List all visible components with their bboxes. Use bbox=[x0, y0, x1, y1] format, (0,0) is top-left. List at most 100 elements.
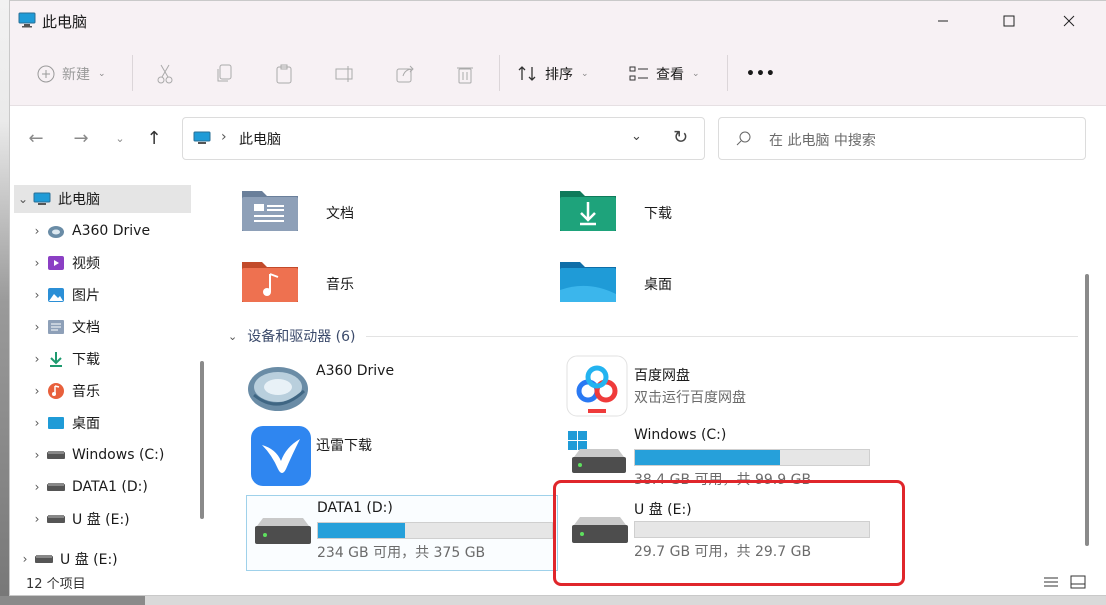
folder-label: 音乐 bbox=[326, 277, 354, 293]
device-name: Windows (C:) bbox=[634, 427, 727, 443]
baidu-netdisk-icon bbox=[566, 355, 628, 417]
close-button[interactable] bbox=[1046, 1, 1092, 41]
device-drive-d[interactable]: DATA1 (D:) 234 GB 可用，共 375 GB bbox=[246, 495, 558, 571]
chevron-right-icon: › bbox=[34, 512, 40, 526]
recent-locations-button[interactable]: ⌄ bbox=[108, 125, 132, 151]
drive-icon bbox=[46, 446, 66, 464]
sidebar-item-usb-e[interactable]: › U 盘 (E:) bbox=[16, 545, 118, 573]
close-icon bbox=[1063, 15, 1075, 27]
folder-desktop[interactable]: 桌面 bbox=[558, 254, 858, 316]
tiles-view-icon bbox=[1070, 575, 1086, 589]
drive-icon bbox=[46, 510, 66, 528]
cut-button[interactable] bbox=[155, 61, 175, 87]
drive-icon bbox=[46, 478, 66, 496]
sidebar-item-label: 视频 bbox=[72, 256, 100, 272]
folder-label: 文档 bbox=[326, 206, 354, 222]
status-item-count: 12 个项目 bbox=[26, 577, 86, 592]
divider bbox=[499, 55, 500, 91]
sidebar-scrollbar[interactable] bbox=[200, 361, 204, 519]
more-icon: ••• bbox=[746, 66, 776, 82]
divider bbox=[132, 55, 133, 91]
sidebar-item-drive-e[interactable]: › U 盘 (E:) bbox=[28, 505, 130, 533]
video-folder-icon bbox=[46, 254, 66, 272]
back-button[interactable]: ← bbox=[24, 125, 48, 151]
computer-icon bbox=[32, 190, 52, 208]
sidebar-item-label: 图片 bbox=[72, 288, 100, 304]
device-baidu-netdisk[interactable]: 百度网盘 双击运行百度网盘 bbox=[564, 353, 876, 429]
sidebar-item-a360[interactable]: › A360 Drive bbox=[28, 217, 150, 245]
details-view-button[interactable] bbox=[1042, 573, 1060, 591]
folder-documents[interactable]: 文档 bbox=[240, 183, 540, 245]
device-a360[interactable]: A360 Drive bbox=[246, 353, 558, 429]
chevron-right-icon: › bbox=[34, 384, 40, 398]
documents-folder-icon bbox=[46, 318, 66, 336]
sidebar-item-downloads[interactable]: › 下载 bbox=[28, 345, 100, 373]
devices-section-header[interactable]: ⌄ 设备和驱动器 (6) bbox=[228, 326, 1078, 346]
device-name: DATA1 (D:) bbox=[317, 500, 393, 516]
view-label: 查看 bbox=[656, 67, 684, 83]
a360-icon bbox=[46, 222, 66, 240]
chevron-down-icon: ⌄ bbox=[581, 69, 589, 79]
maximize-button[interactable] bbox=[986, 1, 1032, 41]
chevron-right-icon: › bbox=[34, 256, 40, 270]
sidebar-item-drive-d[interactable]: › DATA1 (D:) bbox=[28, 473, 148, 501]
sidebar-item-drive-c[interactable]: › Windows (C:) bbox=[28, 441, 165, 469]
chevron-right-icon: › bbox=[34, 288, 40, 302]
rename-button[interactable] bbox=[334, 61, 356, 87]
music-icon bbox=[46, 382, 66, 400]
content-scrollbar[interactable] bbox=[1085, 274, 1089, 546]
sidebar-item-documents[interactable]: › 文档 bbox=[28, 313, 100, 341]
desktop-folder-icon bbox=[560, 262, 616, 302]
windows-drive-icon bbox=[568, 431, 626, 473]
chevron-down-icon: ⌄ bbox=[692, 69, 700, 79]
sidebar-item-label: 音乐 bbox=[72, 384, 100, 400]
folder-music[interactable]: 音乐 bbox=[240, 254, 540, 316]
arrow-right-icon: → bbox=[73, 127, 89, 149]
chevron-right-icon: › bbox=[34, 416, 40, 430]
rename-icon bbox=[335, 66, 353, 82]
sort-button[interactable]: 排序 ⌄ bbox=[517, 61, 589, 87]
sidebar-item-desktop[interactable]: › 桌面 bbox=[28, 409, 100, 437]
address-bar[interactable]: › 此电脑 ⌄ ↻ bbox=[182, 117, 705, 160]
chevron-right-icon: › bbox=[34, 224, 40, 238]
new-button[interactable]: 新建 ⌄ bbox=[36, 61, 106, 87]
sidebar-item-music[interactable]: › 音乐 bbox=[28, 377, 100, 405]
details-view-icon bbox=[1044, 577, 1058, 587]
up-button[interactable]: ↑ bbox=[142, 125, 166, 151]
sidebar-item-label: 此电脑 bbox=[58, 192, 100, 208]
sidebar-item-label: 文档 bbox=[72, 320, 100, 336]
device-name: A360 Drive bbox=[316, 363, 395, 379]
search-icon bbox=[736, 131, 751, 146]
drive-usage-bar bbox=[317, 522, 553, 539]
device-name: 百度网盘 bbox=[634, 368, 690, 384]
plus-circle-icon bbox=[37, 65, 55, 83]
paste-button[interactable] bbox=[274, 61, 294, 87]
copy-button[interactable] bbox=[215, 61, 235, 87]
window-title: 此电脑 bbox=[42, 13, 88, 31]
search-box[interactable]: 在 此电脑 中搜索 bbox=[718, 117, 1086, 160]
view-list-icon bbox=[629, 66, 648, 81]
chevron-right-icon: › bbox=[34, 352, 40, 366]
chevron-down-icon: ⌄ bbox=[115, 131, 125, 145]
address-dropdown-button[interactable]: ⌄ bbox=[631, 129, 642, 144]
forward-button[interactable]: → bbox=[69, 125, 93, 151]
minimize-button[interactable] bbox=[920, 1, 966, 41]
device-xunlei[interactable]: 迅雷下载 bbox=[246, 425, 558, 501]
refresh-button[interactable]: ↻ bbox=[673, 127, 688, 148]
sidebar-item-pictures[interactable]: › 图片 bbox=[28, 281, 100, 309]
drive-icon bbox=[255, 518, 311, 544]
share-button[interactable] bbox=[395, 61, 417, 87]
delete-button[interactable] bbox=[455, 61, 475, 87]
drive-usage-bar bbox=[634, 449, 870, 466]
folder-label: 下载 bbox=[644, 206, 672, 222]
tiles-view-button[interactable] bbox=[1069, 573, 1087, 591]
sidebar-item-this-pc[interactable]: ⌄ 此电脑 bbox=[14, 185, 191, 213]
computer-icon bbox=[193, 131, 211, 144]
more-options-button[interactable]: ••• bbox=[746, 61, 776, 87]
sidebar-item-videos[interactable]: › 视频 bbox=[28, 249, 100, 277]
view-button[interactable]: 查看 ⌄ bbox=[628, 61, 700, 87]
pictures-folder-icon bbox=[46, 286, 66, 304]
maximize-icon bbox=[1003, 15, 1015, 27]
paste-icon bbox=[276, 64, 292, 84]
folder-downloads[interactable]: 下载 bbox=[558, 183, 858, 245]
